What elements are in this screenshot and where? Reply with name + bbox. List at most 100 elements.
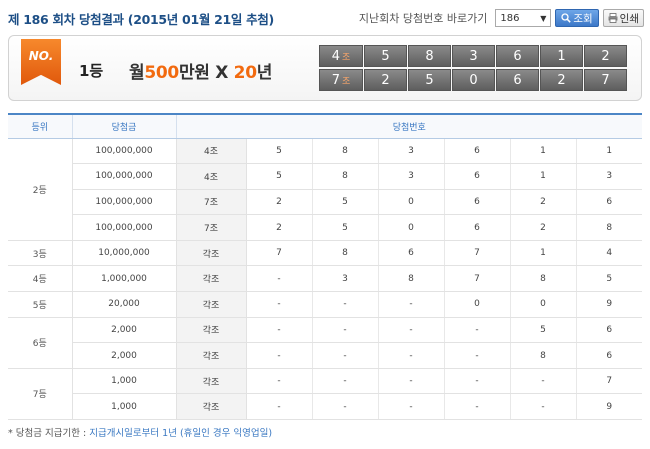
- search-button[interactable]: 조회: [555, 9, 599, 27]
- table-row: 6등 2,000 각조 - - - -5 6: [8, 317, 643, 369]
- number-cell: 1: [510, 240, 577, 267]
- number-cell: -: [312, 291, 379, 318]
- number-cell: 0: [378, 214, 445, 241]
- amount-cell: 100,000,000: [72, 163, 177, 190]
- group-cell: 4조: [319, 45, 363, 67]
- group-cell: 7조: [319, 69, 363, 91]
- amount-cell: 1,000: [72, 368, 177, 395]
- number-cell: 5: [576, 265, 643, 293]
- number-cell: 3: [312, 265, 379, 293]
- number-cell: -: [444, 368, 511, 395]
- number-cell: 5: [510, 317, 577, 344]
- number-cell: -: [510, 393, 577, 421]
- payment-deadline-note: * 당첨금 지급기한 : 지급개시일로부터 1년 (휴일인 경우 익영업일): [8, 425, 272, 439]
- number-cell: -: [246, 265, 313, 293]
- rank-cell: 3등: [8, 240, 73, 267]
- number-cell: -: [246, 393, 313, 421]
- group-unit: 조: [342, 76, 351, 87]
- number-cell: 8: [576, 214, 643, 241]
- group-cell: 7조: [176, 189, 247, 216]
- group-number: 4: [331, 48, 340, 64]
- prize-unit: 만원 X: [178, 63, 234, 83]
- prize-prefix: 월: [129, 63, 145, 83]
- number-cell: 5: [408, 69, 451, 91]
- number-cell: -: [378, 317, 445, 344]
- number-cell: 7: [246, 240, 313, 267]
- prize-amount: 500: [144, 63, 179, 83]
- number-cell: 6: [496, 69, 539, 91]
- number-cell: 6: [444, 189, 511, 216]
- rank-cell: 4등: [8, 265, 73, 293]
- round-select[interactable]: 186 ▼: [495, 9, 552, 27]
- number-cell: 6: [378, 240, 445, 267]
- number-cell: -: [444, 393, 511, 421]
- number-cell: 8: [312, 138, 379, 165]
- number-cell: 8: [510, 265, 577, 293]
- number-cell: 1: [576, 138, 643, 165]
- number-cell: 5: [246, 163, 313, 190]
- group-cell: 각조: [176, 240, 247, 267]
- table-row: 100,000,000 7조 2 5 0 6 2 6: [8, 189, 643, 216]
- number-cell: 8: [312, 163, 379, 190]
- round-navigation: 지난회차 당첨번호 바로가기 186 ▼ 조회 인쇄: [359, 9, 644, 27]
- amount-cell: 1,000,000: [72, 265, 177, 293]
- no-badge: NO.: [21, 39, 61, 85]
- table-row: 100,000,000 7조 2 5 0 6 2 8: [8, 214, 643, 241]
- group-cell: 4조: [176, 163, 247, 190]
- rank-cell: 5등: [8, 291, 73, 318]
- number-cell: 6: [576, 317, 643, 344]
- number-cell: 2: [246, 189, 313, 216]
- table-row: 3등 10,000,000 각조 7 8 6 7 1 4: [8, 240, 643, 267]
- group-cell: 각조: [176, 265, 247, 293]
- amount-cell: 20,000: [72, 291, 177, 318]
- print-icon: [608, 13, 618, 23]
- amount-cell: 1,000: [72, 393, 177, 421]
- page-title: 제 186 회차 당첨결과 (2015년 01월 21일 추첨): [8, 12, 274, 27]
- number-cell: 8: [312, 240, 379, 267]
- number-cell: -: [312, 368, 379, 395]
- number-cell: -: [510, 368, 577, 395]
- number-cell: 0: [378, 189, 445, 216]
- group-cell: 4조: [176, 138, 247, 165]
- number-cell: 6: [444, 163, 511, 190]
- number-cell: 5: [312, 214, 379, 241]
- number-cell: 4: [576, 240, 643, 267]
- group-cell: 각조: [176, 368, 247, 395]
- table-row: 4등 1,000,000 각조 -3 8 7 8 5: [8, 265, 643, 293]
- number-cell: -: [378, 368, 445, 395]
- number-cell: 9: [576, 291, 643, 318]
- print-button[interactable]: 인쇄: [602, 9, 644, 27]
- number-cell: 1: [540, 45, 583, 67]
- group-cell: 각조: [176, 342, 247, 369]
- round-select-value: 186: [500, 12, 520, 24]
- number-cell: 6: [496, 45, 539, 67]
- table-row: 2등 100,000,000 4조 5 8 3 6 1 1: [8, 138, 643, 241]
- amount-cell: 100,000,000: [72, 214, 177, 241]
- number-cell: -: [378, 393, 445, 421]
- group-number: 7: [331, 72, 340, 88]
- number-cell: 7: [584, 69, 627, 91]
- number-cell: 6: [444, 138, 511, 165]
- number-cell: 7: [444, 265, 511, 293]
- rank-cell: 7등: [8, 368, 73, 421]
- search-button-label: 조회: [573, 12, 593, 25]
- number-cell: -: [444, 342, 511, 369]
- number-cell: 2: [246, 214, 313, 241]
- number-cell: -: [312, 317, 379, 344]
- note-text: 지급개시일로부터 1년 (휴일인 경우 익영업일): [89, 428, 273, 439]
- number-cell: 2: [540, 69, 583, 91]
- print-button-label: 인쇄: [619, 12, 639, 25]
- number-cell: 2: [364, 69, 407, 91]
- number-cell: 6: [444, 214, 511, 241]
- number-cell: 5: [246, 138, 313, 165]
- prev-round-label: 지난회차 당첨번호 바로가기: [358, 12, 488, 25]
- header-numbers: 당첨번호: [176, 113, 643, 139]
- group-unit: 조: [342, 52, 351, 63]
- number-cell: 3: [378, 163, 445, 190]
- amount-cell: 2,000: [72, 317, 177, 344]
- number-cell: 0: [452, 69, 495, 91]
- number-cell: 3: [576, 163, 643, 190]
- search-icon: [561, 13, 572, 23]
- number-cell: 7: [444, 240, 511, 267]
- group-cell: 각조: [176, 291, 247, 318]
